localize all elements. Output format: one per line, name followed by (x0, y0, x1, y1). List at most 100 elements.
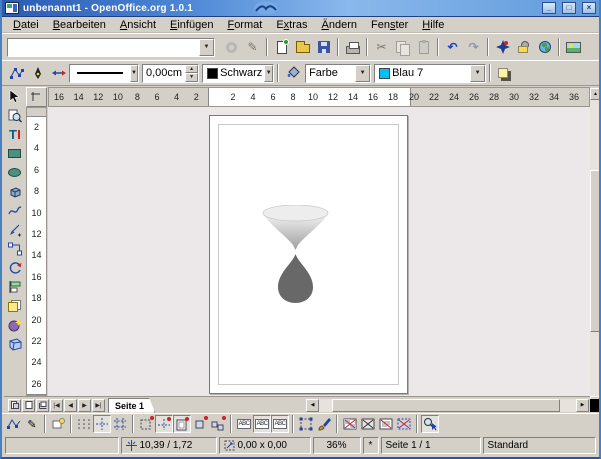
stylist-button[interactable] (513, 37, 534, 58)
layer-mode-button[interactable] (36, 399, 49, 412)
select-text-area-button[interactable]: ABC (253, 415, 271, 433)
status-modified-cell[interactable]: * (363, 437, 379, 454)
undo-button[interactable]: ↶ (442, 37, 463, 58)
fill-style-button[interactable] (282, 63, 303, 84)
edit-file-button[interactable]: ✎ (242, 37, 263, 58)
glue-points-button[interactable] (49, 415, 67, 433)
menu-item[interactable]: Ansicht (113, 18, 163, 32)
page-tab-seite-1[interactable]: Seite 1 (108, 398, 155, 413)
simple-handles-button[interactable] (297, 415, 315, 433)
arrow-ends-button[interactable] (48, 63, 69, 84)
zoom-pointer-button[interactable] (421, 415, 439, 433)
close-button[interactable]: × (582, 2, 596, 14)
menu-item[interactable]: Datei (6, 18, 46, 32)
drawing-page[interactable] (209, 115, 408, 394)
drawing-canvas[interactable] (48, 107, 590, 396)
next-page-button[interactable]: ▶ (78, 399, 91, 412)
copy-button[interactable] (392, 37, 413, 58)
alignment-tool-button[interactable] (4, 277, 25, 296)
quick-edit-button[interactable]: ABC (235, 415, 253, 433)
rectangle-tool-button[interactable] (4, 144, 25, 163)
funnel-drop-drawing[interactable] (262, 205, 329, 304)
gallery-button[interactable] (563, 37, 584, 58)
scroll-left-icon[interactable]: ◀ (306, 399, 319, 412)
menu-item[interactable]: Extras (269, 18, 314, 32)
view-splitter-handle[interactable] (590, 399, 601, 412)
line-style-combobox[interactable]: ▼ (69, 64, 139, 83)
line-width-value[interactable]: 0,00cm (143, 65, 185, 82)
menu-item[interactable]: Hilfe (415, 18, 451, 32)
status-zoom-cell[interactable]: 36% (313, 437, 361, 454)
menu-item[interactable]: Einfügen (163, 18, 220, 32)
scroll-up-icon[interactable]: ▲ (590, 88, 601, 100)
guides-when-moving-button[interactable] (137, 415, 155, 433)
minimize-button[interactable]: _ (542, 2, 556, 14)
master-mode-button[interactable] (22, 399, 35, 412)
titlebar[interactable]: unbenannt1 - OpenOffice.org 1.0.1 _ □ × (2, 0, 599, 17)
contour-mode-button[interactable] (359, 415, 377, 433)
text-placeholder-button[interactable] (377, 415, 395, 433)
spin-down-icon[interactable]: ▼ (185, 73, 198, 82)
menu-item[interactable]: Ändern (315, 18, 364, 32)
hyperlink-button[interactable] (534, 37, 555, 58)
snap-to-margins-button[interactable] (173, 415, 191, 433)
snap-to-object-border-button[interactable] (191, 415, 209, 433)
ellipse-tool-button[interactable] (4, 163, 25, 182)
save-button[interactable] (313, 37, 334, 58)
vertical-ruler[interactable]: 246810121416182022242628 (26, 107, 47, 396)
modify-with-attributes-button[interactable] (315, 415, 333, 433)
status-style-cell[interactable]: Standard (483, 437, 597, 454)
first-page-button[interactable]: |◀ (50, 399, 63, 412)
horizontal-scrollbar[interactable]: ◀ ▶ (306, 398, 601, 412)
line-width-spinner[interactable]: 0,00cm ▲ ▼ (142, 64, 199, 83)
menu-item[interactable]: Format (220, 18, 269, 32)
url-dropdown-arrow-icon[interactable]: ▼ (199, 39, 214, 56)
spin-up-icon[interactable]: ▲ (185, 65, 198, 74)
stop-loading-button[interactable] (221, 37, 242, 58)
fill-color-combobox[interactable]: Blau 7 ▼ (374, 64, 486, 83)
menu-item[interactable]: Fenster (364, 18, 415, 32)
rotate-tool-button[interactable] (4, 258, 25, 277)
h-scroll-thumb[interactable] (332, 399, 560, 412)
ruler-origin-button[interactable] (26, 87, 47, 107)
menu-item[interactable]: Bearbeiten (46, 18, 113, 32)
open-button[interactable] (292, 37, 313, 58)
objects-3d-tool-button[interactable] (4, 182, 25, 201)
shadow-button[interactable] (494, 63, 515, 84)
fill-color-dropdown-arrow-icon[interactable]: ▼ (470, 65, 485, 82)
picture-placeholder-button[interactable] (341, 415, 359, 433)
last-page-button[interactable]: ▶| (92, 399, 105, 412)
paste-button[interactable] (413, 37, 434, 58)
curve-tool-button[interactable] (4, 201, 25, 220)
previous-page-button[interactable]: ◀ (64, 399, 77, 412)
zoom-tool-button[interactable] (4, 106, 25, 125)
line-style-dropdown-arrow-icon[interactable]: ▼ (130, 65, 138, 82)
grid-visible-button[interactable] (75, 415, 93, 433)
lines-arrows-tool-button[interactable] (4, 220, 25, 239)
navigator-button[interactable] (492, 37, 513, 58)
edit-points-button[interactable] (6, 63, 27, 84)
effects-tool-button[interactable] (4, 315, 25, 334)
maximize-button[interactable]: □ (562, 2, 576, 14)
status-position-cell[interactable]: 10,39 / 1,72 (121, 437, 217, 454)
snap-to-guides-button[interactable] (155, 415, 173, 433)
url-input[interactable] (8, 39, 199, 56)
vertical-scrollbar[interactable]: ▲ ▼ (590, 88, 601, 408)
line-pen-button[interactable] (27, 63, 48, 84)
new-document-button[interactable] (271, 37, 292, 58)
direct-edit-button[interactable]: ✎ (23, 415, 41, 433)
fill-type-dropdown-arrow-icon[interactable]: ▼ (355, 65, 370, 82)
horizontal-ruler[interactable]: 161412108642 24681012141618 202224262830… (48, 87, 590, 107)
scroll-right-icon[interactable]: ▶ (576, 399, 589, 412)
snap-to-grid-button[interactable] (93, 415, 111, 433)
url-combobox[interactable]: ▼ (7, 38, 215, 57)
text-tool-button[interactable]: T (4, 125, 25, 144)
line-color-dropdown-arrow-icon[interactable]: ▼ (264, 65, 273, 82)
select-tool-button[interactable] (4, 87, 25, 106)
line-contour-button[interactable] (395, 415, 413, 433)
controller-3d-tool-button[interactable] (4, 334, 25, 353)
redo-button[interactable]: ↷ (463, 37, 484, 58)
h-scroll-track[interactable] (319, 399, 576, 412)
app-icon[interactable] (5, 2, 19, 14)
edit-points-mode-button[interactable] (5, 415, 23, 433)
